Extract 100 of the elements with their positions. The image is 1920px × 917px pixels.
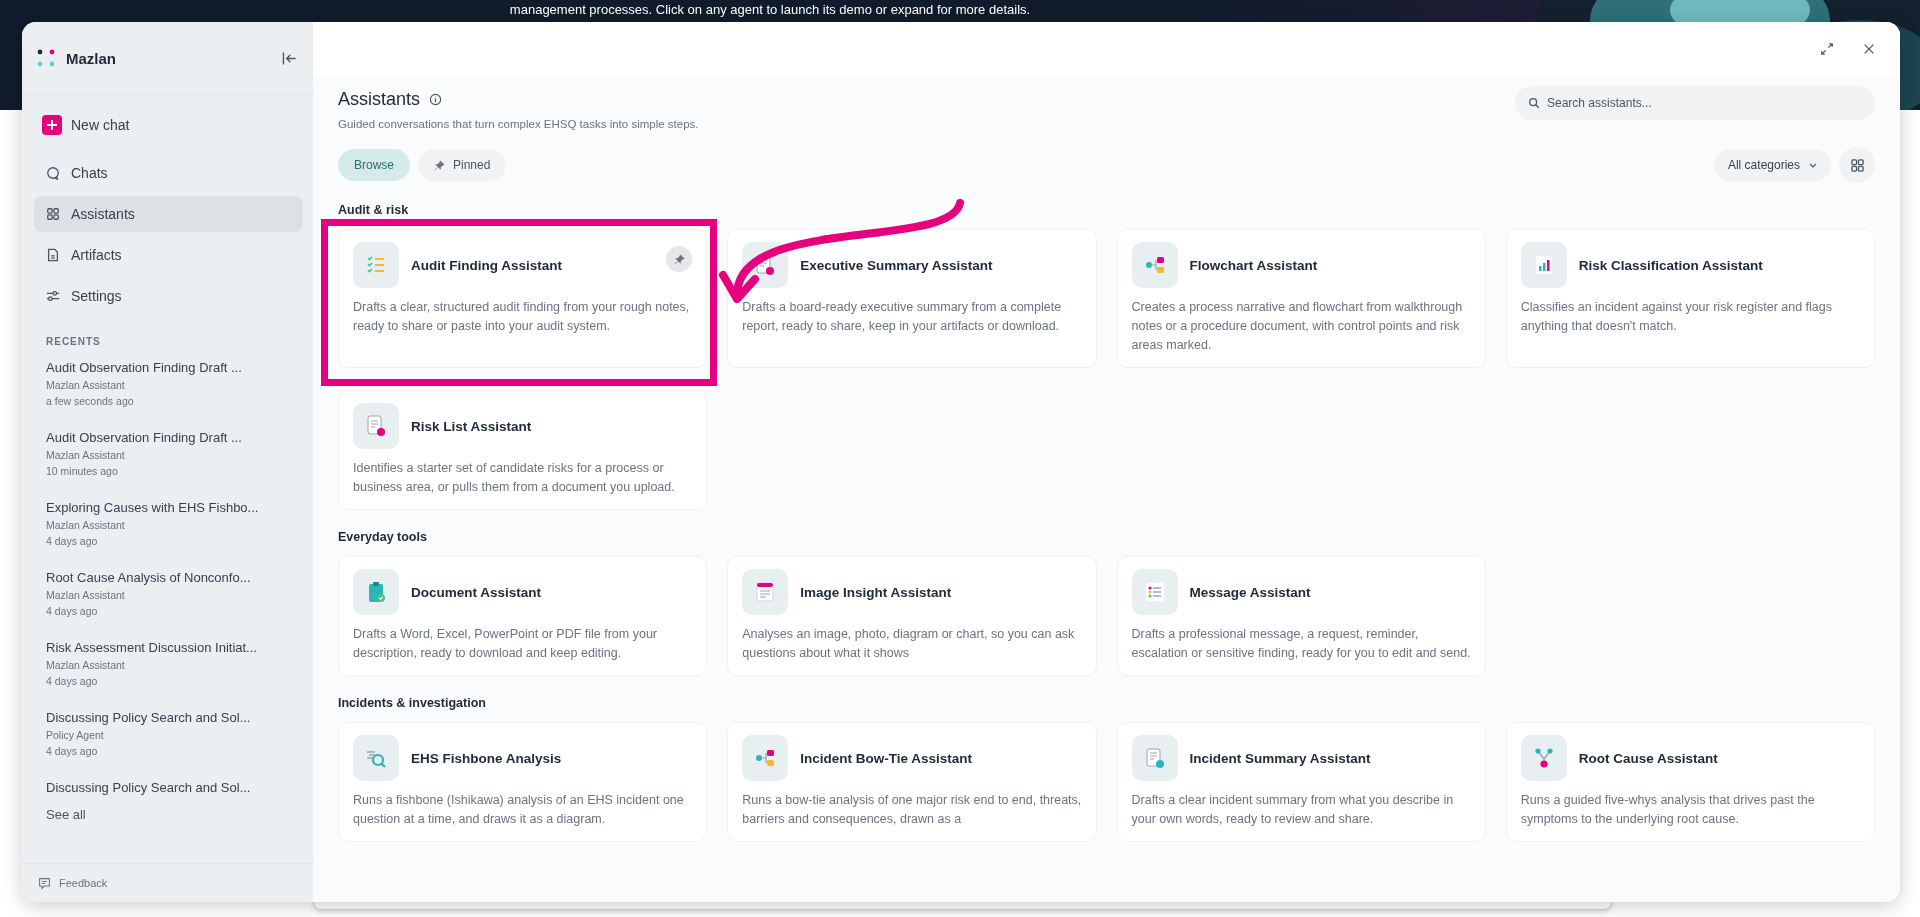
pin-icon — [673, 253, 685, 265]
card-description: Analyses an image, photo, diagram or chart, so you can ask questions about what it shows — [742, 626, 1076, 662]
timestamp: 4 days ago — [46, 604, 99, 619]
recent-chat-link[interactable]: Exploring Causes with EHS Fishbo... — [46, 499, 303, 517]
page-subtitle: Guided conversations that turn complex EHSQ tasks into simple steps. — [338, 118, 699, 130]
pin-icon — [434, 159, 445, 171]
document-icon — [742, 569, 789, 615]
assistant-card[interactable]: Incident Bow-Tie Assistant Runs a bow-tie analysis of one major risk end to end, threats, barriers and consequences, drawn as a — [727, 722, 1097, 842]
collapse-icon[interactable] — [282, 51, 297, 65]
clipboard-icon — [353, 569, 399, 615]
assistant-card[interactable]: Document Assistant Drafts a Word, Excel, PowerPoint or PDF file from your description, ready to download and keep editing. — [338, 556, 708, 676]
category-dropdown[interactable]: All categories — [1713, 149, 1831, 181]
message-icon — [38, 876, 51, 890]
assistant-card[interactable]: Image Insight Assistant Analyses an image, photo, diagram or chart, so you can ask questions about what it shows — [727, 556, 1097, 676]
card-description: Drafts a Word, Excel, PowerPoint or PDF file from your description, ready to download and keep editing. — [353, 626, 659, 662]
grid-view-button[interactable] — [1839, 147, 1875, 183]
assistant-card[interactable]: Root Cause Assistant Runs a guided five-whys analysis that drives past the symptoms to the underlying root cause. — [1505, 722, 1875, 842]
list-icon — [1131, 569, 1178, 615]
card-title: Risk Classification Assistant — [1578, 257, 1764, 273]
recent-chat-link[interactable]: Discussing Policy Search and Sol... — [46, 779, 303, 797]
nodes-icon — [1520, 735, 1567, 781]
card-description: Drafts a clear, structured audit finding from your rough notes, ready to share or paste into your audit system. — [353, 299, 691, 335]
agent-name: Policy Agent — [46, 728, 105, 743]
card-description: Drafts a board-ready executive summary from a complete report, ready to share, keep in your artifacts or download. — [742, 299, 1063, 335]
close-icon[interactable] — [1862, 42, 1876, 56]
grid-icon — [46, 207, 60, 221]
card-title: EHS Fishbone Analysis — [411, 750, 563, 766]
document-icon — [1131, 735, 1178, 781]
magnifier-icon — [353, 735, 399, 781]
logo-icon — [37, 49, 57, 67]
agent-name: Mazlan Assistant — [46, 658, 126, 673]
see-all-link[interactable]: See all — [46, 807, 86, 822]
sliders-icon — [46, 289, 60, 303]
pin-button[interactable] — [666, 246, 693, 272]
timestamp: 4 days ago — [46, 744, 99, 759]
timestamp: a few seconds ago — [46, 394, 135, 409]
card-title: Executive Summary Assistant — [800, 257, 994, 273]
recent-chat-link[interactable]: Risk Assessment Discussion Initiat... — [46, 639, 303, 657]
filter-tab[interactable]: Pinned — [418, 149, 507, 181]
recent-chat-link[interactable]: Root Cause Analysis of Nonconfo... — [46, 569, 303, 587]
assistant-card[interactable]: Message Assistant Drafts a professional message, a request, reminder, escalation or sensitive finding, ready for you to edit and send. — [1116, 556, 1486, 676]
grid-icon — [1849, 157, 1865, 173]
feedback-button[interactable]: Feedback — [32, 875, 114, 891]
card-description: Runs a fishbone (Ishikawa) analysis of an EHS incident one question at a time, and draws it as a diagram. — [353, 792, 685, 828]
agent-name: Mazlan Assistant — [46, 518, 126, 533]
expand-icon[interactable] — [1820, 42, 1834, 56]
assistant-card[interactable]: Executive Summary Assistant Drafts a board-ready executive summary from a complete report, ready to share, keep in your artifacts or download. — [727, 229, 1097, 368]
page-title: Assistants — [338, 88, 421, 110]
card-description: Creates a process narrative and flowchart from walkthrough notes or a procedure document, with control points and risk areas marked. — [1131, 299, 1464, 354]
checklist-icon — [353, 242, 399, 288]
recent-chat-link[interactable]: Audit Observation Finding Draft ... — [46, 359, 303, 377]
card-title: Risk List Assistant — [411, 418, 533, 434]
card-title: Image Insight Assistant — [800, 584, 953, 600]
card-title: Document Assistant — [411, 584, 543, 600]
agent-name: Mazlan Assistant — [46, 588, 126, 603]
assistant-card[interactable]: EHS Fishbone Analysis Runs a fishbone (Ishikawa) analysis of an EHS incident one question at a time, and draws it as a diagram. — [338, 722, 708, 842]
flowchart-icon — [1131, 242, 1178, 288]
assistant-card[interactable]: Risk List Assistant Identifies a starter set of candidate risks for a process or business area, or pulls them from a document you upload. — [338, 390, 708, 510]
card-description: Identifies a starter set of candidate risks for a process or business area, or pulls them from a document you upload. — [353, 460, 676, 496]
new-chat-button[interactable]: New chat — [34, 107, 138, 143]
card-title: Incident Bow-Tie Assistant — [800, 750, 974, 766]
section-heading: RECENTS — [46, 336, 102, 347]
card-title: Incident Summary Assistant — [1189, 750, 1372, 766]
search-icon — [1528, 97, 1540, 109]
assistant-card[interactable]: Incident Summary Assistant Drafts a clear incident summary from what you describe in your own words, ready to review and share. — [1116, 722, 1486, 842]
timestamp: 4 days ago — [46, 674, 99, 689]
card-title: Root Cause Assistant — [1578, 750, 1719, 766]
assistant-card[interactable]: Flowchart Assistant Creates a process narrative and flowchart from walkthrough notes or a procedure document, with control points and risk areas marked. — [1116, 229, 1486, 368]
card-title: Audit Finding Assistant — [411, 257, 563, 273]
chat-icon — [46, 166, 60, 180]
card-description: Classifies an incident against your risk register and flags anything that doesn't match. — [1520, 299, 1833, 335]
card-description: Runs a guided five-whys analysis that drives past the symptoms to the underlying root cause. — [1520, 792, 1816, 828]
bar-chart-icon — [1520, 242, 1567, 288]
search-field[interactable]: Search assistants... — [1515, 86, 1875, 120]
recent-chat-link[interactable]: Discussing Policy Search and Sol... — [46, 709, 303, 727]
document-icon — [46, 248, 60, 262]
document-icon — [353, 403, 399, 449]
assistant-card[interactable]: Audit Finding Assistant Drafts a clear, structured audit finding from your rough notes, ready to share or paste into your audit system. — [338, 229, 708, 368]
card-description: Runs a bow-tie analysis of one major risk end to end, threats, barriers and consequences, drawn as a — [742, 792, 1082, 828]
card-description: Drafts a professional message, a request, reminder, escalation or sensitive finding, ready for you to edit and send. — [1131, 626, 1471, 662]
nav-item[interactable]: Artifacts — [34, 237, 303, 273]
card-title: Message Assistant — [1189, 584, 1312, 600]
timestamp: 10 minutes ago — [46, 464, 119, 479]
nav-item[interactable]: Assistants — [34, 196, 303, 232]
filter-tab[interactable]: Browse — [338, 149, 410, 181]
flowchart-icon — [742, 735, 789, 781]
nav-item[interactable]: Chats — [34, 155, 303, 191]
banner-text: management processes. Click on any agent to launch its demo or expand for more details. — [509, 2, 1031, 19]
agent-name: Mazlan Assistant — [46, 378, 126, 393]
nav-item[interactable]: Settings — [34, 278, 303, 314]
assistant-card[interactable]: Risk Classification Assistant Classifies an incident against your risk register and flags anything that doesn't match. — [1505, 229, 1875, 368]
section-heading: Incidents & investigation — [338, 696, 487, 710]
section-heading: Everyday tools — [338, 530, 428, 544]
agent-name: Mazlan Assistant — [46, 448, 126, 463]
card-description: Drafts a clear incident summary from what you describe in your own words, ready to review and share. — [1131, 792, 1455, 828]
card-title: Flowchart Assistant — [1189, 257, 1319, 273]
timestamp: 4 days ago — [46, 534, 99, 549]
plus-icon — [42, 115, 62, 135]
recent-chat-link[interactable]: Audit Observation Finding Draft ... — [46, 429, 303, 447]
info-icon[interactable] — [429, 92, 443, 106]
